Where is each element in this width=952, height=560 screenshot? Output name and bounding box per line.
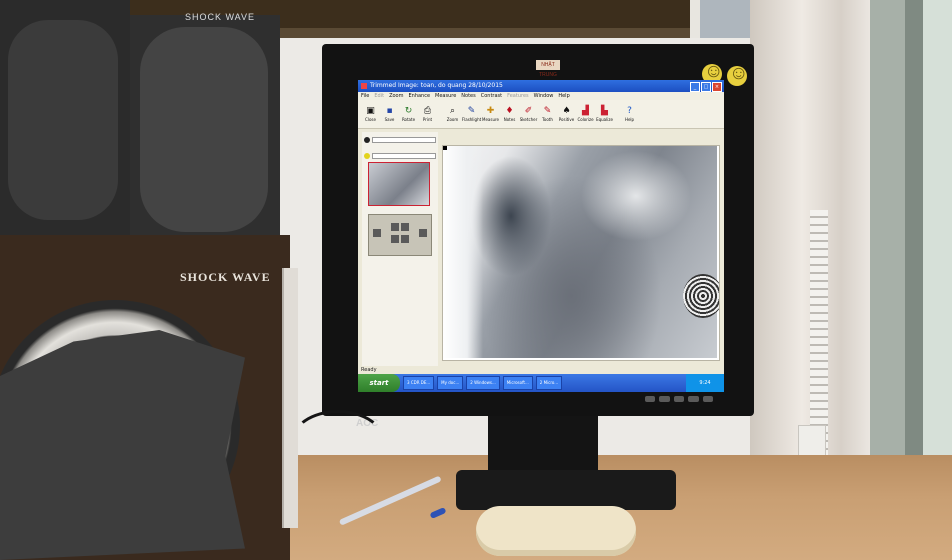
side-panel [362,132,438,372]
help-icon: ? [627,106,632,116]
status-bar: Ready [358,366,724,374]
maximize-icon[interactable]: □ [701,82,711,92]
sketcher-button[interactable]: ✐ Sketcher [519,100,538,128]
sketcher-icon: ✐ [524,106,533,116]
rotate-icon: ↻ [404,106,413,116]
colorize-icon: ▟ [582,106,589,116]
orientation-marker [443,146,447,150]
print-icon: ⎙ [423,106,432,116]
taskbar-item[interactable]: 2 Windows... [466,376,500,390]
image-thumbnail[interactable] [368,162,430,206]
monitor-stand-base [456,470,676,510]
positive-button[interactable]: ♠ Positive [557,100,576,128]
taskbar-item[interactable]: 2 Micro... [535,376,563,390]
brightness-icon [364,153,370,159]
colorize-button[interactable]: ▟ Colorize [576,100,595,128]
subwoofer-brand: SHOCK WAVE [180,270,271,284]
zoom-button[interactable]: ⌕ Zoom [443,100,462,128]
menu-notes[interactable]: Notes [461,92,475,100]
print-button[interactable]: ⎙ Print [418,100,437,128]
cable [290,410,386,476]
menu-measure[interactable]: Measure [435,92,456,100]
brightness-slider[interactable] [364,152,436,160]
speaker-left-top [0,0,130,240]
monitor-stand-neck [488,416,598,476]
measure-button[interactable]: ✚ Measure [481,100,500,128]
equalize-button[interactable]: ▙ Equalize [595,100,614,128]
monitor-sticker: NHẬT TRUNG [536,60,560,78]
speaker-right-top [130,15,280,245]
app-icon [361,83,367,89]
subwoofer-side-panel [282,268,298,528]
subwoofer-grille [0,330,245,560]
xray-viewer[interactable] [442,145,720,361]
menu-zoom[interactable]: Zoom [389,92,403,100]
layout-selector[interactable] [368,214,432,256]
taskbar-item[interactable]: 3 CDR DE... [403,376,435,390]
dental-xray-image [451,146,717,358]
tooth-button[interactable]: ✎ Tooth [538,100,557,128]
equalize-icon: ▙ [601,106,608,116]
notes-button[interactable]: ♦ Notes [500,100,519,128]
menu-file[interactable]: File [361,92,369,100]
measure-icon: ✚ [486,106,495,116]
flashlight-icon: ✎ [467,106,476,116]
computer-mouse [476,506,636,556]
smiley-sticker-icon [727,63,748,86]
taskbar: start 3 CDR DE... My doc... 2 Windows...… [358,374,724,392]
tooth-icon: ✎ [543,106,552,116]
taskbar-item[interactable]: Microsoft... [502,376,533,390]
monitor-buttons[interactable] [645,396,714,402]
xray-sensor-artifact [683,274,719,318]
close-button[interactable]: ▣ Close [361,100,380,128]
menu-enhance[interactable]: Enhance [408,92,430,100]
contrast-icon [364,137,370,143]
menu-edit[interactable]: Edit [374,92,384,100]
notes-icon: ♦ [505,106,514,116]
menu-features[interactable]: Features [507,92,529,100]
flashlight-button[interactable]: ✎ Flashlight [462,100,481,128]
positive-icon: ♠ [562,106,571,116]
window-titlebar: Trimmed Image: toan, do quang 28/10/2015… [358,80,724,92]
close-icon: ▣ [366,106,375,116]
save-button[interactable]: ▪ Save [380,100,399,128]
rotate-button[interactable]: ↻ Rotate [399,100,418,128]
menu-contrast[interactable]: Contrast [481,92,502,100]
menu-help[interactable]: Help [558,92,569,100]
taskbar-item[interactable]: My doc... [437,376,464,390]
contrast-slider[interactable] [364,136,436,144]
system-clock: 9:24 [686,374,724,392]
minimize-icon[interactable]: _ [690,82,700,92]
close-window-icon[interactable]: × [712,82,722,92]
speaker-brand-top: SHOCK WAVE [185,12,256,22]
toolbar: ▣ Close ▪ Save ↻ Rotate ⎙ Print ⌕ Zoom ✎ Flash… [358,100,724,129]
menu-window[interactable]: Window [534,92,554,100]
zoom-icon: ⌕ [449,106,456,116]
window-title: Trimmed Image: toan, do quang 28/10/2015 [370,82,503,89]
help-button[interactable]: ? Help [620,100,639,128]
start-button[interactable]: start [358,374,400,392]
monitor-screen: Trimmed Image: toan, do quang 28/10/2015… [358,80,724,392]
menu-bar: File Edit Zoom Enhance Measure Notes Con… [358,92,724,100]
save-icon: ▪ [386,106,393,116]
